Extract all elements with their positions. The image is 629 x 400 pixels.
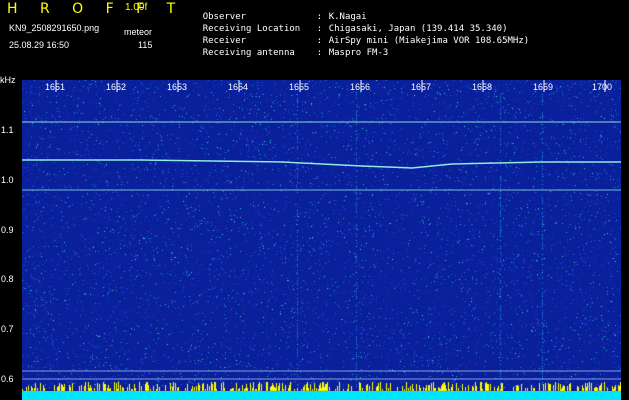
- y-axis-unit: kHz: [0, 75, 16, 85]
- y-tick-label: 0.7: [1, 324, 14, 334]
- x-tick-label: 1654: [228, 82, 248, 92]
- file-name: KN9_2508291650.png: [9, 23, 100, 33]
- y-tick-label: 1.0: [1, 175, 14, 185]
- y-tick-label: 0.6: [1, 374, 14, 384]
- y-tick-label: 0.8: [1, 274, 14, 284]
- x-tick-label: 1651: [45, 82, 65, 92]
- capture-datetime: 25.08.29 16:50: [9, 40, 70, 50]
- x-tick-label: 1657: [411, 82, 431, 92]
- hrofft-window: H R O F F T 1.00f KN9_2508291650.png met…: [0, 0, 629, 400]
- spectrogram-overlay: 1651 1652 1653 1654 1655 1656 1657 1658 …: [22, 80, 621, 400]
- y-tick-label: 0.9: [1, 225, 14, 235]
- info-row-antenna: Receiving antenna: Maspro FM-3: [181, 40, 389, 67]
- app-version: 1.00f: [125, 2, 148, 13]
- bottom-level-strip: [22, 391, 621, 400]
- x-tick-label: 1655: [289, 82, 309, 92]
- x-tick-label: 1653: [167, 82, 187, 92]
- y-tick-label: 1.1: [1, 125, 14, 135]
- info-colon: :: [316, 48, 323, 58]
- x-tick-label: 1658: [472, 82, 492, 92]
- signal-trace-main: [22, 159, 621, 169]
- app-title: H R O F F T: [7, 1, 185, 17]
- meteor-label: meteor: [124, 27, 153, 37]
- x-tick-label: 1652: [106, 82, 126, 92]
- x-tick-label: 1659: [533, 82, 553, 92]
- x-tick-label: 1656: [350, 82, 370, 92]
- meteor-count: 115: [138, 40, 153, 50]
- info-value: Maspro FM-3: [328, 48, 389, 58]
- spectrogram: 1651 1652 1653 1654 1655 1656 1657 1658 …: [22, 80, 621, 400]
- info-label: Receiving antenna: [202, 48, 295, 58]
- x-tick-marks: [55, 80, 606, 92]
- x-tick-label: 1700: [592, 82, 612, 92]
